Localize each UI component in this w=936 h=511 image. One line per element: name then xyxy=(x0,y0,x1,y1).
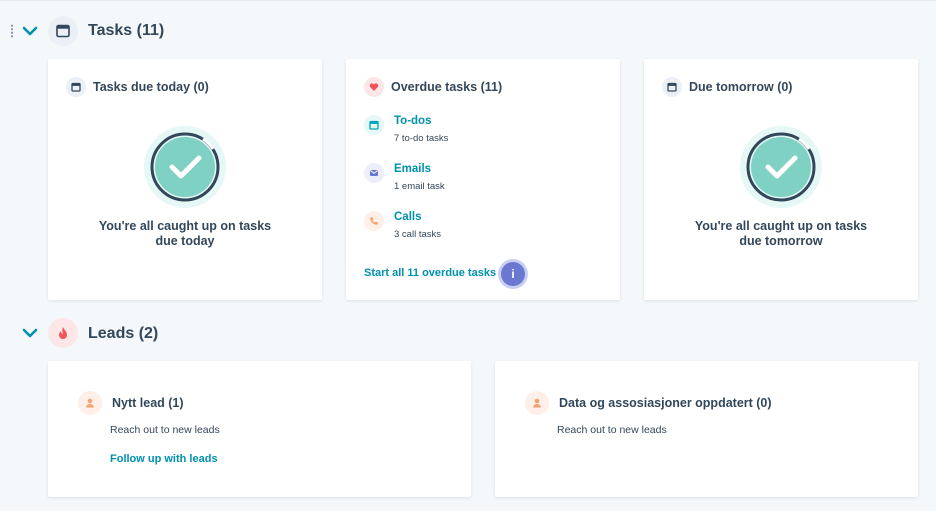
empty-line-2: due today xyxy=(155,234,215,248)
empty-line-2: due tomorrow xyxy=(739,234,823,248)
overdue-tasks-card: Overdue tasks (11) To-dos 7 to-do tasks … xyxy=(346,59,620,300)
tasks-section-title: Tasks (11) xyxy=(88,22,165,39)
calls-count: 3 call tasks xyxy=(394,229,441,240)
drag-handle-icon[interactable] xyxy=(10,24,14,38)
todos-count: 7 to-do tasks xyxy=(394,133,449,144)
card-header: Overdue tasks (11) xyxy=(364,77,502,97)
data-updated-card: Data og assosiasjoner oppdatert (0) Reac… xyxy=(495,361,918,497)
card-header: Data og assosiasjoner oppdatert (0) xyxy=(525,391,772,415)
card-header: Tasks due today (0) xyxy=(66,77,209,97)
tasks-due-today-card: Tasks due today (0) You're all caught up… xyxy=(48,59,322,300)
start-overdue-tasks-link[interactable]: Start all 11 overdue tasks xyxy=(364,267,496,279)
emails-count: 1 email task xyxy=(394,181,445,192)
todos-link[interactable]: To-dos xyxy=(394,115,448,128)
follow-up-leads-link[interactable]: Follow up with leads xyxy=(110,453,218,465)
card-title: Data og assosiasjoner oppdatert (0) xyxy=(559,396,772,410)
card-description: Reach out to new leads xyxy=(110,424,220,436)
calls-link[interactable]: Calls xyxy=(394,211,441,224)
overdue-item-todos[interactable]: To-dos 7 to-do tasks xyxy=(364,115,448,144)
chevron-down-icon[interactable] xyxy=(21,22,39,40)
card-title: Tasks due today (0) xyxy=(93,80,209,94)
empty-line-1: You're all caught up on tasks xyxy=(98,219,272,233)
tasks-section-icon xyxy=(48,16,78,46)
leads-section-icon xyxy=(48,318,78,348)
overdue-item-emails[interactable]: Emails 1 email task xyxy=(364,163,445,192)
person-icon xyxy=(78,391,102,415)
checkmark-illustration-icon xyxy=(144,126,226,208)
card-title: Due tomorrow (0) xyxy=(689,80,793,94)
overdue-item-calls[interactable]: Calls 3 call tasks xyxy=(364,211,441,240)
card-header: Due tomorrow (0) xyxy=(662,77,792,97)
checkmark-illustration-icon xyxy=(740,126,822,208)
calendar-icon xyxy=(662,77,682,97)
empty-line-1: You're all caught up on tasks xyxy=(694,219,868,233)
flame-icon xyxy=(59,326,67,339)
leads-section-title: Leads (2) xyxy=(88,325,159,342)
new-lead-card: Nytt lead (1) Reach out to new leads Fol… xyxy=(48,361,471,497)
calendar-icon xyxy=(66,77,86,97)
card-header: Nytt lead (1) xyxy=(78,391,184,415)
person-icon xyxy=(525,391,549,415)
empty-state-message: You're all caught up on tasks due tomorr… xyxy=(644,219,918,249)
card-description: Reach out to new leads xyxy=(557,424,667,436)
phone-icon xyxy=(364,211,384,231)
card-title: Overdue tasks (11) xyxy=(391,80,503,94)
info-button[interactable]: i xyxy=(501,262,525,286)
todo-icon xyxy=(364,115,384,135)
due-tomorrow-card: Due tomorrow (0) You're all caught up on… xyxy=(644,59,918,300)
card-title: Nytt lead (1) xyxy=(112,396,184,410)
calendar-icon xyxy=(56,24,70,38)
alert-heart-icon xyxy=(364,77,384,97)
top-divider xyxy=(0,0,936,1)
empty-state-message: You're all caught up on tasks due today xyxy=(48,219,322,249)
email-icon xyxy=(364,163,384,183)
chevron-down-icon[interactable] xyxy=(21,324,39,342)
emails-link[interactable]: Emails xyxy=(394,163,445,176)
